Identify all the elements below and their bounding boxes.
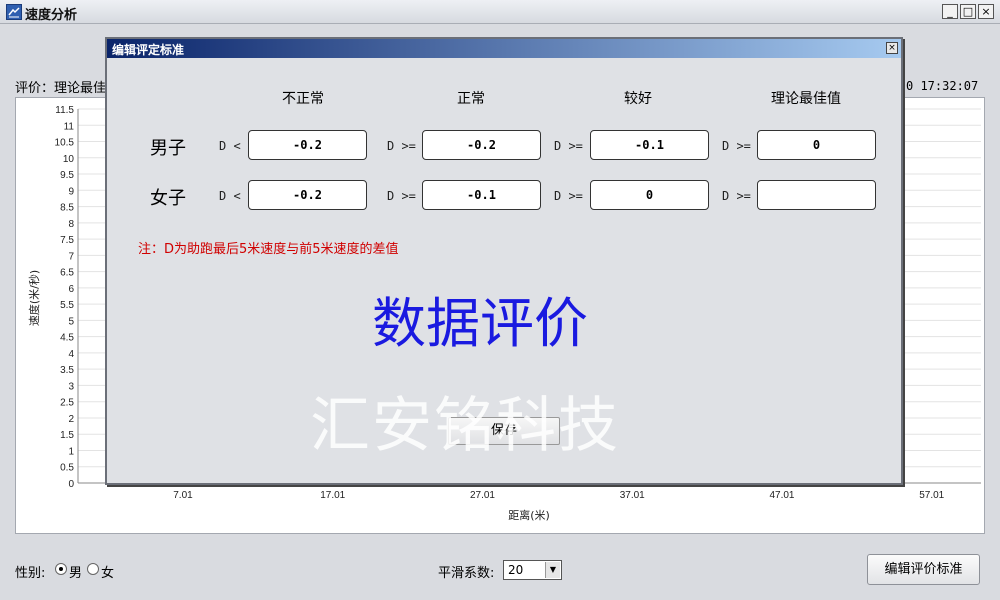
x-tick-label: 57.01 (919, 490, 944, 501)
row-head-male: 男子 (150, 138, 186, 159)
y-tick-label: 0.5 (60, 463, 74, 474)
y-tick-label: 11 (64, 121, 75, 132)
y-tick-label: 7 (68, 251, 74, 262)
y-tick-label: 11.5 (55, 105, 74, 116)
male-op-0: D < (219, 139, 241, 153)
app-icon (6, 4, 22, 20)
close-button[interactable]: × (978, 4, 994, 19)
x-tick-label: 17.01 (320, 490, 345, 501)
y-tick-label: 7.5 (60, 235, 74, 246)
y-tick-label: 9.5 (60, 170, 74, 181)
female-value-abnormal[interactable]: -0.2 (248, 180, 367, 210)
y-tick-label: 3 (68, 381, 74, 392)
dialog-title-bar: 编辑评定标准 × (107, 39, 901, 58)
y-tick-label: 5 (68, 316, 74, 327)
col-head-good: 较好 (624, 91, 652, 107)
row-head-female: 女子 (150, 188, 186, 209)
y-tick-label: 1.5 (60, 430, 74, 441)
window-title: 速度分析 (25, 8, 78, 23)
female-label[interactable]: 女 (101, 562, 114, 581)
edit-criteria-dialog: 编辑评定标准 × 不正常 正常 较好 理论最佳值 男子 D < -0.2 D >… (105, 37, 903, 485)
y-tick-label: 2.5 (60, 398, 74, 409)
edit-criteria-button[interactable]: 编辑评价标准 (867, 554, 980, 585)
female-value-good[interactable]: 0 (590, 180, 709, 210)
data-evaluation-title: 数据评价 (372, 292, 588, 355)
y-tick-label: 4 (68, 349, 74, 360)
y-tick-label: 0 (68, 479, 74, 490)
male-value-normal[interactable]: -0.2 (422, 130, 541, 160)
male-value-good[interactable]: -0.1 (590, 130, 709, 160)
gender-label: 性别: (15, 566, 46, 581)
x-tick-label: 47.01 (769, 490, 794, 501)
y-tick-label: 10.5 (55, 138, 75, 149)
y-tick-label: 8 (68, 219, 74, 230)
y-tick-label: 3.5 (60, 365, 74, 376)
col-head-normal: 正常 (457, 91, 485, 107)
female-op-1: D >= (387, 189, 416, 203)
male-op-3: D >= (722, 139, 751, 153)
male-radio[interactable] (55, 563, 67, 575)
male-op-2: D >= (554, 139, 583, 153)
maximize-button[interactable]: □ (960, 4, 976, 19)
datetime-text: 0 17:32:07 (906, 79, 979, 93)
y-tick-label: 9 (68, 186, 74, 197)
smooth-label: 平滑系数: (438, 566, 495, 581)
watermark-text: 汇安铭科技 (310, 391, 620, 461)
x-tick-label: 7.01 (173, 490, 193, 501)
female-value-normal[interactable]: -0.1 (422, 180, 541, 210)
female-op-3: D >= (722, 189, 751, 203)
y-tick-label: 4.5 (60, 333, 74, 344)
y-tick-label: 5.5 (60, 300, 74, 311)
chevron-down-icon[interactable]: ▼ (545, 562, 560, 578)
y-axis-label: 速度(米/秒) (27, 270, 41, 326)
y-tick-label: 8.5 (60, 203, 74, 214)
male-value-best[interactable]: 0 (757, 130, 876, 160)
y-tick-label: 6 (68, 284, 74, 295)
smooth-value: 20 (508, 563, 524, 577)
x-axis-label: 距离(米) (508, 508, 550, 522)
female-radio[interactable] (87, 563, 99, 575)
male-value-abnormal[interactable]: -0.2 (248, 130, 367, 160)
female-op-0: D < (219, 189, 241, 203)
smooth-select[interactable]: 20 ▼ (503, 560, 562, 580)
title-bar: 速度分析 _ □ × (0, 0, 1000, 24)
col-head-abnormal: 不正常 (282, 91, 324, 107)
dialog-close-button[interactable]: × (886, 42, 898, 54)
y-tick-label: 6.5 (60, 268, 74, 279)
evaluation-text: 评价：理论最佳 (15, 81, 107, 96)
x-tick-label: 27.01 (470, 490, 495, 501)
male-op-1: D >= (387, 139, 416, 153)
dialog-title: 编辑评定标准 (112, 43, 185, 57)
x-tick-label: 37.01 (620, 490, 645, 501)
note-text: 注：D为助跑最后5米速度与前5米速度的差值 (138, 242, 399, 257)
female-op-2: D >= (554, 189, 583, 203)
y-tick-label: 10 (63, 154, 75, 165)
male-label[interactable]: 男 (69, 562, 82, 581)
minimize-button[interactable]: _ (942, 4, 958, 19)
y-tick-label: 1 (68, 446, 74, 457)
col-head-best: 理论最佳值 (771, 91, 841, 107)
y-tick-label: 2 (68, 414, 74, 425)
female-value-best[interactable] (757, 180, 876, 210)
